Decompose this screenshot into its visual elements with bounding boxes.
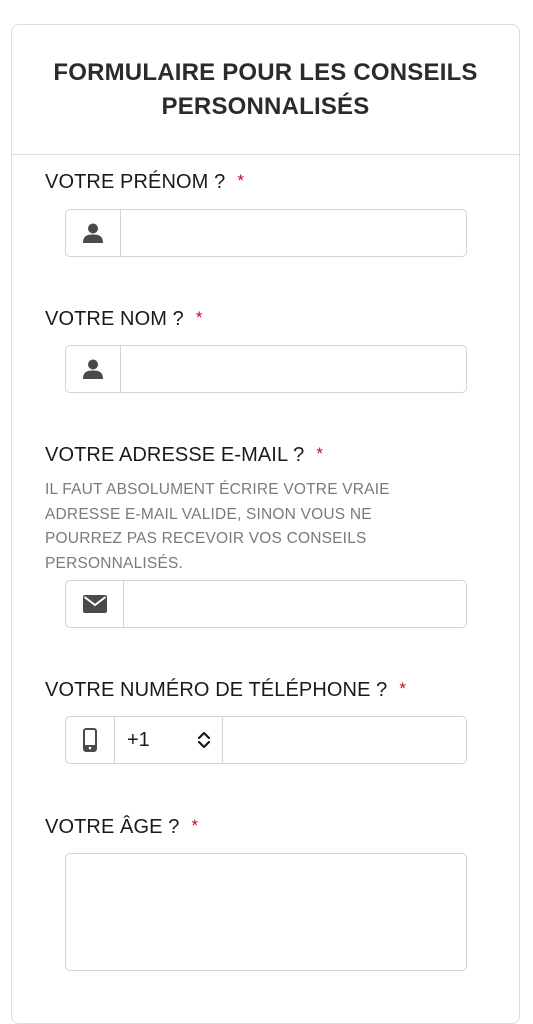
required-marker: * bbox=[191, 816, 199, 835]
country-code-select[interactable]: +1 bbox=[115, 717, 223, 763]
last-name-label: VOTRE NOM ? * bbox=[45, 308, 203, 331]
first-name-label-text: VOTRE PRÉNOM ? bbox=[45, 171, 226, 193]
phone-label-text: VOTRE NUMÉRO DE TÉLÉPHONE ? bbox=[45, 679, 388, 701]
first-name-label: VOTRE PRÉNOM ? * bbox=[45, 171, 244, 194]
phone-group: +1 bbox=[65, 716, 467, 764]
first-name-group bbox=[65, 209, 467, 257]
form-title: FORMULAIRE POUR LES CONSEILS PERSONNALIS… bbox=[53, 58, 478, 120]
email-label: VOTRE ADRESSE E-MAIL ? * bbox=[45, 444, 323, 467]
last-name-input[interactable] bbox=[121, 346, 466, 392]
form-header: FORMULAIRE POUR LES CONSEILS PERSONNALIS… bbox=[12, 25, 519, 155]
user-icon bbox=[66, 346, 121, 392]
envelope-icon bbox=[66, 581, 124, 627]
email-help-text: IL FAUT ABSOLUMENT ÉCRIRE VOTRE VRAIE AD… bbox=[45, 481, 390, 572]
required-marker: * bbox=[237, 171, 245, 190]
email-label-text: VOTRE ADRESSE E-MAIL ? bbox=[45, 444, 305, 466]
last-name-label-text: VOTRE NOM ? bbox=[45, 308, 184, 330]
required-marker: * bbox=[316, 444, 324, 463]
first-name-input[interactable] bbox=[121, 210, 466, 256]
age-textarea[interactable] bbox=[65, 853, 467, 971]
required-marker: * bbox=[399, 679, 407, 698]
age-label-text: VOTRE ÂGE ? bbox=[45, 816, 180, 838]
country-code-value: +1 bbox=[127, 728, 150, 751]
phone-label: VOTRE NUMÉRO DE TÉLÉPHONE ? * bbox=[45, 679, 406, 702]
chevron-up-down-icon bbox=[197, 731, 211, 749]
last-name-group bbox=[65, 345, 467, 393]
user-icon bbox=[66, 210, 121, 256]
age-label: VOTRE ÂGE ? * bbox=[45, 816, 198, 839]
phone-input[interactable] bbox=[223, 717, 466, 763]
email-group bbox=[65, 580, 467, 628]
required-marker: * bbox=[195, 308, 203, 327]
email-input[interactable] bbox=[124, 581, 466, 627]
mobile-phone-icon bbox=[66, 717, 115, 763]
